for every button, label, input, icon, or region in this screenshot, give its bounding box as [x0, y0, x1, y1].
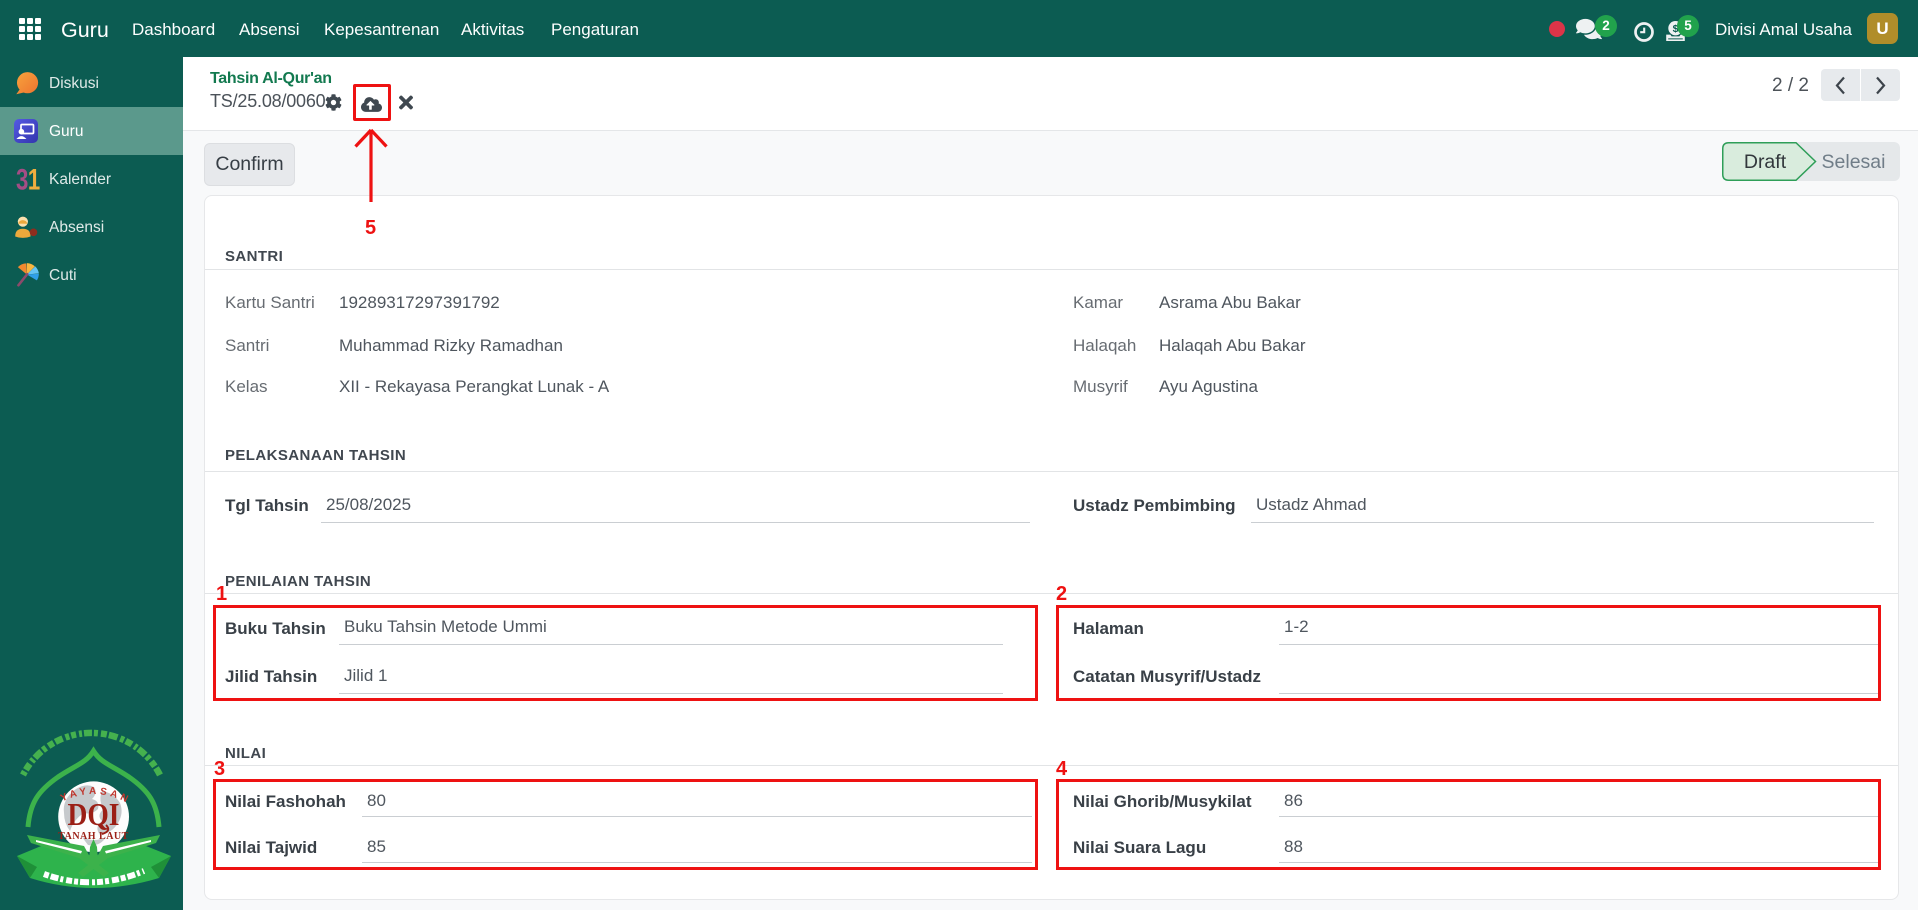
svg-text:DQI: DQI: [68, 796, 120, 832]
svg-text:Selesai: Selesai: [1822, 151, 1886, 173]
svg-text:1: 1: [28, 165, 40, 193]
svg-text:3: 3: [16, 165, 28, 193]
svg-text:Draft: Draft: [1744, 151, 1787, 173]
